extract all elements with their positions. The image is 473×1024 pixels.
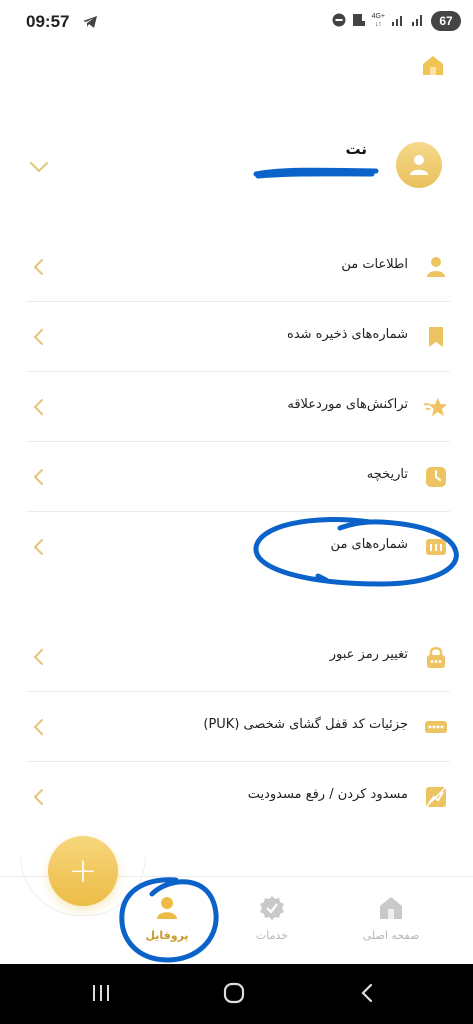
menu-item-favorite-transactions[interactable]: تراکنش‌های موردعلاقه (26, 372, 450, 442)
person-icon (410, 155, 428, 175)
annotation-circle-profile (119, 877, 219, 963)
bookmark-icon (424, 325, 448, 349)
chevron-down-icon[interactable] (29, 158, 49, 177)
menu-item-change-password[interactable]: تغییر رمز عبور (26, 622, 450, 692)
telegram-icon (82, 14, 98, 33)
person-icon (424, 255, 448, 279)
menu-item-label: جزئیات کد قفل گشای شخصی (PUK) (203, 717, 408, 732)
menu-item-label: تغییر رمز عبور (329, 647, 408, 662)
network-type-label: 4G+ ↓↑ (371, 13, 385, 28)
nav-home-label: صفحه اصلی (362, 929, 420, 942)
profile-header[interactable]: نت (0, 134, 473, 204)
menu-item-block-unblock[interactable]: مسدود کردن / رفع مسدودیت (26, 762, 450, 832)
menu-item-label: تراکنش‌های موردعلاقه (287, 397, 408, 412)
system-navigation-bar (0, 964, 473, 1024)
block-chart-icon (424, 785, 448, 809)
menu-item-label: تاریخچه (366, 467, 408, 482)
password-dots-icon (424, 715, 448, 739)
redaction-scribble (253, 167, 379, 179)
clock-icon (424, 465, 448, 489)
network-type-text: 4G+ (371, 13, 385, 20)
chevron-left-icon (32, 538, 44, 560)
home-icon[interactable] (421, 54, 445, 76)
lock-icon (424, 645, 448, 669)
chevron-left-icon (32, 258, 44, 280)
chevron-left-icon (32, 398, 44, 420)
plus-icon: + (68, 851, 98, 891)
avatar[interactable] (396, 142, 442, 188)
nav-tab-services[interactable]: خدمات (227, 895, 317, 942)
chevron-left-icon (32, 648, 44, 670)
star-icon (424, 395, 448, 419)
home-button-icon[interactable] (223, 982, 245, 1008)
menu-item-label: اطلاعات من (341, 257, 408, 272)
recent-apps-icon[interactable] (90, 982, 112, 1008)
status-time: 09:57 (26, 12, 70, 31)
dnd-icon (332, 12, 346, 31)
menu-item-history[interactable]: تاریخچه (26, 442, 450, 512)
profile-name: نت (345, 140, 367, 158)
menu-item-label: شماره‌های ذخیره شده (287, 327, 408, 342)
chevron-left-icon (32, 328, 44, 350)
signal-icon (391, 12, 405, 31)
menu-item-label: مسدود کردن / رفع مسدودیت (247, 787, 408, 802)
menu-item-puk-details[interactable]: جزئیات کد قفل گشای شخصی (PUK) (26, 692, 450, 762)
home-icon (378, 895, 404, 921)
storage-icon (352, 12, 366, 31)
add-button[interactable]: + (48, 836, 118, 906)
menu-item-my-info[interactable]: اطلاعات من (26, 232, 450, 302)
status-bar: 09:57 4G+ ↓↑ 67 (0, 0, 473, 44)
chevron-left-icon (32, 468, 44, 490)
signal-icon-2 (411, 12, 425, 31)
annotation-circle (253, 517, 459, 587)
chevron-left-icon (32, 718, 44, 740)
battery-badge: 67 (431, 11, 461, 31)
back-icon[interactable] (356, 982, 378, 1008)
chevron-left-icon (32, 788, 44, 810)
nav-services-label: خدمات (255, 929, 289, 942)
menu-item-saved-numbers[interactable]: شماره‌های ذخیره شده (26, 302, 450, 372)
nav-tab-home[interactable]: صفحه اصلی (346, 895, 436, 942)
badge-check-icon (259, 895, 285, 921)
